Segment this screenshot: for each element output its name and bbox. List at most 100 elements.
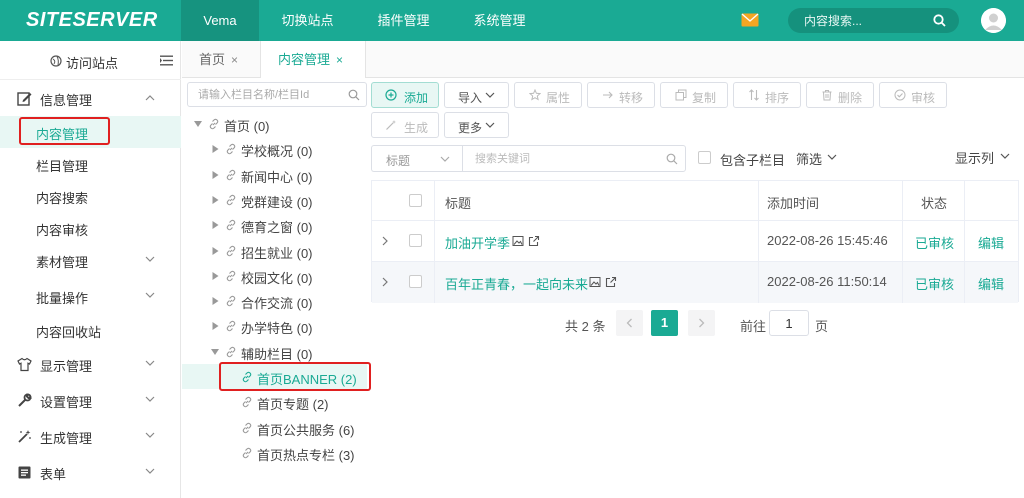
tree-search-input[interactable] xyxy=(198,87,338,103)
sidebar-group-info-management[interactable]: 信息管理 xyxy=(0,80,181,116)
caret-right-icon[interactable] xyxy=(212,247,219,255)
content-title-link[interactable]: 加油开学季 xyxy=(445,233,510,252)
tree-node[interactable]: 合作交流 (0) xyxy=(182,288,367,313)
sidebar-item-label: 内容搜索 xyxy=(36,191,89,206)
search-icon[interactable] xyxy=(933,14,946,27)
sidebar-item-material-management[interactable]: 素材管理 xyxy=(0,244,181,276)
mail-icon[interactable] xyxy=(741,13,759,27)
keyword-search-box[interactable] xyxy=(462,145,686,172)
plus-circle-icon xyxy=(385,89,397,101)
tree-node[interactable]: 招生就业 (0) xyxy=(182,238,367,263)
external-link-icon[interactable] xyxy=(528,235,540,247)
transfer-button[interactable]: 转移 xyxy=(587,82,655,108)
row-checkbox[interactable] xyxy=(409,275,422,288)
tree-node[interactable]: 学校概况 (0) xyxy=(182,136,367,161)
link-icon xyxy=(226,194,236,206)
sidebar-group-settings-management[interactable]: 设置管理 xyxy=(0,382,181,418)
caret-right-icon[interactable] xyxy=(212,322,219,330)
caret-right-icon[interactable] xyxy=(212,221,219,229)
close-icon[interactable]: × xyxy=(336,53,343,67)
sidebar-item-content-recycle-bin[interactable]: 内容回收站 xyxy=(0,314,181,346)
search-field-select[interactable]: 标题 xyxy=(371,145,463,172)
tree-node[interactable]: 新闻中心 (0) xyxy=(182,162,367,187)
tree-node[interactable]: 校园文化 (0) xyxy=(182,263,367,288)
close-icon[interactable]: × xyxy=(231,53,238,67)
next-page-button[interactable] xyxy=(688,310,715,336)
avatar[interactable] xyxy=(981,8,1006,33)
tree-node[interactable]: 办学特色 (0) xyxy=(182,313,367,338)
tree-node[interactable]: 德育之窗 (0) xyxy=(182,212,367,237)
content-search-input[interactable] xyxy=(804,12,934,29)
review-button[interactable]: 审核 xyxy=(879,82,947,108)
header-add-time[interactable]: 添加时间 xyxy=(759,181,903,220)
topnav-system-management[interactable]: 系统管理 xyxy=(452,0,547,41)
select-all-checkbox[interactable] xyxy=(409,194,422,207)
tab-home[interactable]: 首页 × xyxy=(182,41,260,78)
row-checkbox[interactable] xyxy=(409,234,422,247)
menu-toggle-icon[interactable] xyxy=(160,55,173,66)
table-row[interactable]: 加油开学季 2022-08-26 15:45:46 已审核 编辑 xyxy=(372,221,1018,262)
page-number-button[interactable]: 1 xyxy=(651,310,678,336)
sidebar-group-label: 设置管理 xyxy=(40,395,93,410)
tab-bar: 首页 × 内容管理 × xyxy=(182,41,1024,79)
import-button[interactable]: 导入 xyxy=(444,82,509,108)
attributes-button[interactable]: 属性 xyxy=(514,82,582,108)
prev-page-button[interactable] xyxy=(616,310,643,336)
tree-node[interactable]: 辅助栏目 (0) xyxy=(182,339,367,364)
topnav-vema[interactable]: Vema xyxy=(181,0,259,41)
tree-node-label: 首页热点专栏 (3) xyxy=(257,448,355,463)
tree-node[interactable]: 党群建设 (0) xyxy=(182,187,367,212)
caret-down-icon[interactable] xyxy=(194,121,202,127)
goto-page-input[interactable] xyxy=(769,310,809,336)
tree-node[interactable]: 首页热点专栏 (3) xyxy=(182,440,367,465)
sidebar-group-forms[interactable]: 表单 xyxy=(0,454,181,490)
add-button[interactable]: 添加 xyxy=(371,82,439,108)
sidebar-group-display-management[interactable]: 显示管理 xyxy=(0,346,181,382)
visit-site-button[interactable]: 访问站点 xyxy=(0,41,181,80)
table-row[interactable]: 百年正青春，一起向未来 2022-08-26 11:50:14 已审核 编辑 xyxy=(372,262,1018,303)
copy-button[interactable]: 复制 xyxy=(660,82,728,108)
sidebar-item-content-search[interactable]: 内容搜索 xyxy=(0,180,181,212)
search-icon[interactable] xyxy=(666,153,678,165)
edit-link[interactable]: 编辑 xyxy=(978,233,1004,252)
topnav-switch-site[interactable]: 切换站点 xyxy=(260,0,355,41)
sidebar-item-batch-operations[interactable]: 批量操作 xyxy=(0,280,181,312)
tree-node[interactable]: 首页 (0) xyxy=(182,111,367,136)
display-columns-dropdown[interactable]: 显示列 xyxy=(955,148,1015,166)
content-add-time: 2022-08-26 15:45:46 xyxy=(767,233,888,248)
caret-right-icon[interactable] xyxy=(212,272,219,280)
caret-right-icon[interactable] xyxy=(212,297,219,305)
delete-button[interactable]: 删除 xyxy=(806,82,874,108)
search-icon[interactable] xyxy=(348,89,360,101)
sort-button[interactable]: 排序 xyxy=(733,82,801,108)
expand-arrow-icon[interactable] xyxy=(382,236,388,246)
edit-link[interactable]: 编辑 xyxy=(978,274,1004,293)
tab-content-management[interactable]: 内容管理 × xyxy=(260,41,366,79)
external-link-icon[interactable] xyxy=(605,276,617,288)
header-status[interactable]: 状态 xyxy=(903,181,965,220)
link-icon xyxy=(226,320,236,332)
tree-node-label: 首页公共服务 (6) xyxy=(257,423,355,438)
status-badge: 已审核 xyxy=(915,277,955,292)
generate-button[interactable]: 生成 xyxy=(371,112,439,138)
tree-search-box[interactable] xyxy=(187,82,367,107)
sidebar-item-content-review[interactable]: 内容审核 xyxy=(0,212,181,244)
content-search-box[interactable] xyxy=(788,8,959,33)
header-title[interactable]: 标题 xyxy=(435,181,759,220)
caret-down-icon[interactable] xyxy=(211,349,219,355)
tree-node[interactable]: 首页公共服务 (6) xyxy=(182,415,367,440)
keyword-input[interactable] xyxy=(475,151,655,167)
filter-dropdown[interactable]: 筛选 xyxy=(796,149,846,167)
caret-right-icon[interactable] xyxy=(212,171,219,179)
checkbox[interactable] xyxy=(698,151,711,164)
caret-right-icon[interactable] xyxy=(212,196,219,204)
sidebar-item-column-management[interactable]: 栏目管理 xyxy=(0,148,181,180)
tree-node[interactable]: 首页专题 (2) xyxy=(182,389,367,414)
caret-right-icon[interactable] xyxy=(212,145,219,153)
expand-arrow-icon[interactable] xyxy=(382,277,388,287)
sidebar-group-generate-management[interactable]: 生成管理 xyxy=(0,418,181,454)
more-button[interactable]: 更多 xyxy=(444,112,509,138)
include-subcolumns-checkbox[interactable]: 包含子栏目 xyxy=(698,150,788,168)
topnav-plugin-management[interactable]: 插件管理 xyxy=(356,0,451,41)
content-title-link[interactable]: 百年正青春，一起向未来 xyxy=(445,274,588,293)
